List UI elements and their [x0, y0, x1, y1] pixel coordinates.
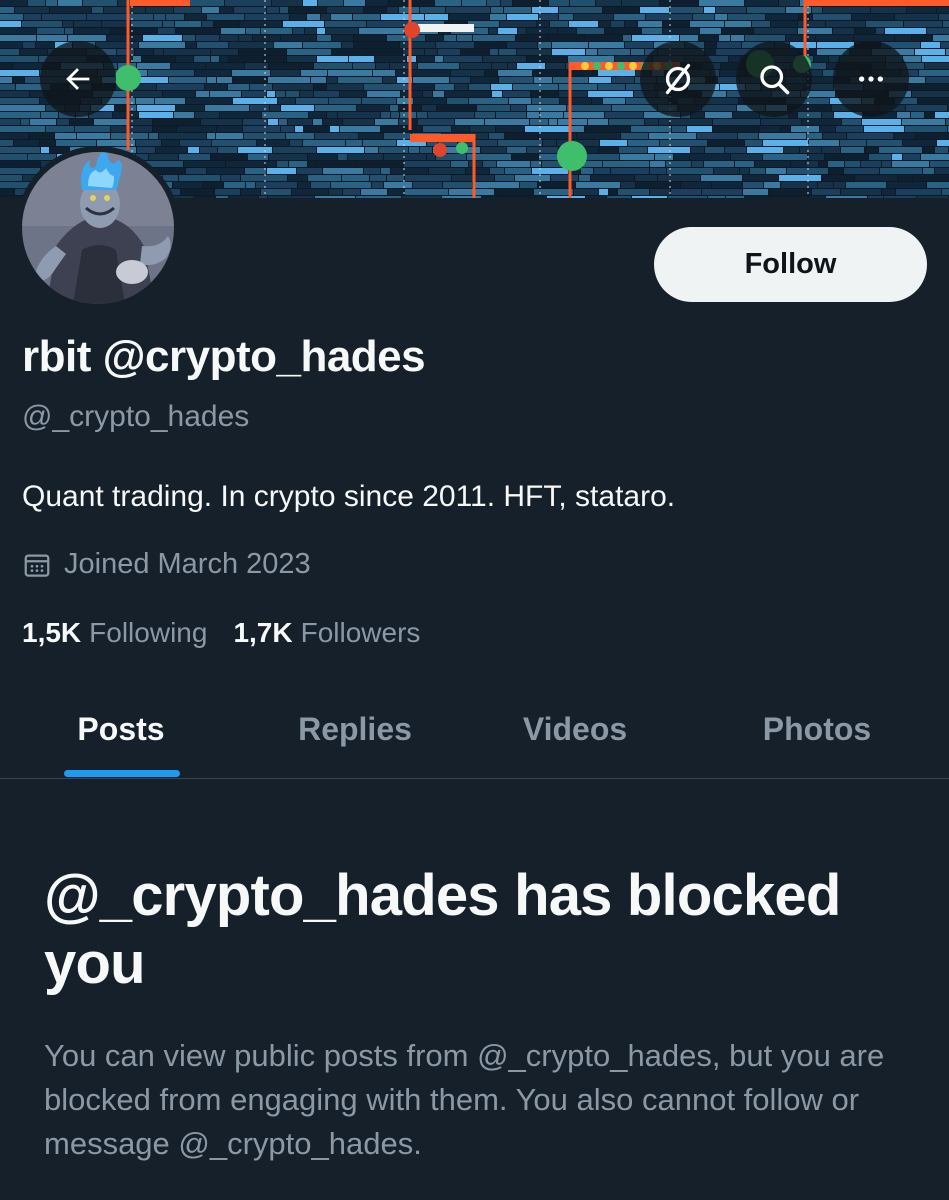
blocked-title: @_crypto_hades has blocked you [44, 863, 841, 996]
avatar[interactable] [16, 146, 180, 310]
more-horizontal-icon [859, 76, 883, 82]
calendar-icon [24, 554, 50, 577]
slashed-circle-icon [665, 63, 691, 95]
blocked-description: You can view public posts from @_crypto_… [44, 1038, 885, 1161]
following-count: 1,5K [22, 617, 82, 648]
tab-videos[interactable]: Videos [480, 680, 670, 778]
joined-label: Joined March 2023 [64, 548, 311, 580]
profile-tabs: Posts Replies Videos Photos [0, 680, 949, 779]
following-link[interactable]: 1,5K Following [22, 617, 207, 649]
search-button[interactable] [736, 41, 812, 117]
handle: @_crypto_hades [22, 400, 250, 433]
more-button[interactable] [833, 41, 909, 117]
followers-link[interactable]: 1,7K Followers [233, 617, 420, 649]
bio: Quant trading. In crypto since 2011. HFT… [22, 480, 676, 513]
display-name: rbit @crypto_hades [22, 332, 426, 381]
arrow-left-icon [66, 68, 90, 90]
active-tab-indicator [64, 770, 180, 777]
following-label: Following [89, 617, 208, 648]
back-button[interactable] [40, 41, 116, 117]
followers-label: Followers [300, 617, 421, 648]
joined-date: Joined March 2023 [22, 548, 311, 581]
tab-photos[interactable]: Photos [722, 680, 912, 778]
followers-count: 1,7K [233, 617, 293, 648]
tab-posts[interactable]: Posts [26, 680, 216, 778]
avatar-image [16, 146, 180, 310]
follow-button[interactable]: Follow [654, 227, 927, 302]
tab-replies[interactable]: Replies [260, 680, 450, 778]
profile-stats: 1,5K Following 1,7K Followers [22, 617, 420, 649]
search-icon [760, 65, 790, 95]
grok-button[interactable] [640, 41, 716, 117]
